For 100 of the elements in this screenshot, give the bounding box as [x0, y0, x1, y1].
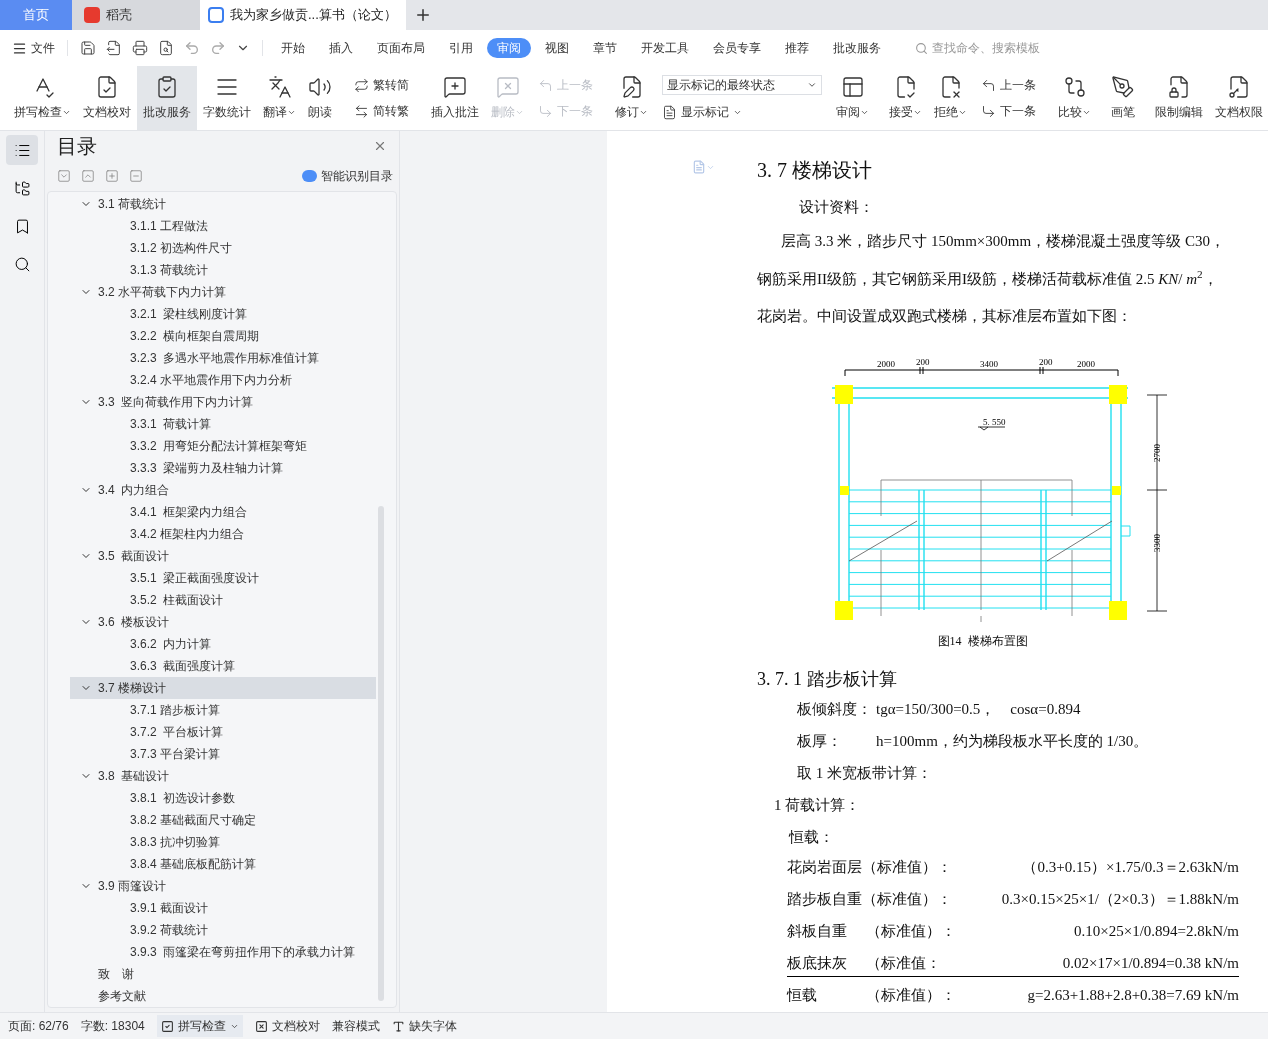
load-value: 0.3×0.15×25×1/（2×0.3）＝1.88kN/m [1001, 889, 1239, 909]
ribbon-button[interactable]: 修订 [609, 66, 654, 130]
toc-item[interactable]: 3.7 楼梯设计 [70, 677, 376, 699]
toc-item[interactable]: 3.4.1 框架梁内力组合 [70, 501, 376, 523]
toc-item[interactable]: 致 谢 [70, 963, 376, 985]
close-icon[interactable] [373, 139, 387, 153]
toc-item[interactable]: 3.2.3 多遇水平地震作用标准值计算 [70, 347, 376, 369]
export-icon[interactable] [106, 40, 122, 56]
toc-item[interactable]: 3.7.1 踏步板计算 [70, 699, 376, 721]
document-logo-icon [208, 7, 224, 23]
search-icon [13, 255, 31, 273]
ribbon-button[interactable]: 审阅 [830, 66, 875, 130]
file-menu-button[interactable]: 文件 [12, 39, 55, 57]
toc-item[interactable]: 3.5.2 柱截面设计 [70, 589, 376, 611]
ribbon-button[interactable]: 接受 [883, 66, 928, 130]
toc-item[interactable]: 3.2 水平荷载下内力计算 [70, 281, 376, 303]
scrollbar-thumb[interactable] [378, 506, 384, 1001]
page-count: 页面: 62/76 [8, 1018, 69, 1035]
toc-item[interactable]: 3.1 荷载统计 [70, 193, 376, 215]
menu-tab[interactable]: 视图 [535, 38, 579, 58]
toc-item[interactable]: 3.6.3 截面强度计算 [70, 655, 376, 677]
word-count: 字数: 18304 [80, 1018, 145, 1035]
toc-item[interactable]: 3.3.3 梁端剪力及柱轴力计算 [70, 457, 376, 479]
load-label: 踏步板自重（标准值）： [787, 889, 952, 909]
toc-item[interactable]: 3.8.1 初选设计参数 [70, 787, 376, 809]
menu-tab[interactable]: 插入 [319, 38, 363, 58]
toc-item[interactable]: 3.7.3 平台梁计算 [70, 743, 376, 765]
ribbon-button[interactable]: 朗读 [302, 66, 338, 130]
title-tab[interactable]: 我为家乡做贡...算书（论文） [200, 0, 406, 30]
ribbon-button[interactable]: 拒绝 [928, 66, 973, 130]
toc-item[interactable]: 3.2.4 水平地震作用下内力分析 [70, 369, 376, 391]
arrow-left-icon [981, 77, 996, 93]
toc-item[interactable]: 3.3.1 荷载计算 [70, 413, 376, 435]
save-icon[interactable] [80, 40, 96, 56]
missing-fonts-button[interactable]: 缺失字体 [391, 1017, 457, 1035]
translate-icon [267, 75, 292, 99]
menu-tab[interactable]: 推荐 [775, 38, 819, 58]
ribbon-button[interactable]: 拼写检查 [8, 66, 77, 130]
clipboard-check-icon [155, 75, 179, 99]
compat-mode-button[interactable]: 兼容模式 [331, 1017, 380, 1035]
toc-item[interactable]: 3.2.2 横向框架自震周期 [70, 325, 376, 347]
ribbon-button[interactable]: 批改服务 [137, 66, 197, 130]
print-icon[interactable] [132, 40, 148, 56]
ribbon-button[interactable]: 字数统计 [197, 66, 257, 130]
toc-item[interactable]: 3.5.1 梁正截面强度设计 [70, 567, 376, 589]
menu-tab[interactable]: 会员专享 [703, 38, 771, 58]
ribbon-button[interactable]: 上一条 [981, 76, 1036, 94]
toc-item[interactable]: 3.6.2 内力计算 [70, 633, 376, 655]
new-tab-icon[interactable] [414, 6, 432, 24]
command-search-field[interactable]: 查找命令、搜索模板 [915, 39, 1072, 57]
subsection-heading: 3. 7. 1 踏步板计算 [757, 667, 898, 691]
toc-item[interactable]: 3.8.2 基础截面尺寸确定 [70, 809, 376, 831]
toc-item[interactable]: 3.7.2 平台板计算 [70, 721, 376, 743]
ribbon-button[interactable]: 限制编辑 [1149, 66, 1209, 130]
menu-tab[interactable]: 开始 [271, 38, 315, 58]
toc-item[interactable]: 3.4 内力组合 [70, 479, 376, 501]
markup-select[interactable]: 显示标记的最终状态 [662, 75, 822, 95]
ribbon-button[interactable]: 文档校对 [77, 66, 137, 130]
panel-icon [840, 75, 865, 99]
toc-item[interactable]: 3.8 基础设计 [70, 765, 376, 787]
toc-item[interactable]: 3.5 截面设计 [70, 545, 376, 567]
toc-item[interactable]: 3.8.4 基础底板配筋计算 [70, 853, 376, 875]
toc-item[interactable]: 3.4.2 框架柱内力组合 [70, 523, 376, 545]
toc-item[interactable]: 3.9.3 雨篷梁在弯剪扭作用下的承载力计算 [70, 941, 376, 963]
menu-tab[interactable]: 批改服务 [823, 38, 891, 58]
menu-tab[interactable]: 章节 [583, 38, 627, 58]
toc-item[interactable]: 3.1.3 荷载统计 [70, 259, 376, 281]
toc-item[interactable]: 3.3 竖向荷载作用下内力计算 [70, 391, 376, 413]
ribbon-button[interactable]: 简转繁 [354, 102, 409, 120]
toc-item[interactable]: 3.2.1 梁柱线刚度计算 [70, 303, 376, 325]
body-text: 取 1 米宽板带计算： [797, 763, 933, 783]
side-rail-button[interactable] [6, 135, 38, 165]
spellcheck-button[interactable]: 拼写检查 [156, 1015, 243, 1037]
ribbon-button[interactable]: 繁转简 [354, 76, 409, 94]
menu-tab[interactable]: 开发工具 [631, 38, 699, 58]
toc-item[interactable]: 3.9.1 截面设计 [70, 897, 376, 919]
title-tab[interactable]: 稻壳 [72, 0, 200, 30]
toc-item[interactable]: 3.3.2 用弯矩分配法计算框架弯矩 [70, 435, 376, 457]
proofread-button[interactable]: 文档校对 [254, 1017, 320, 1035]
toc-item[interactable]: 3.8.3 抗冲切验算 [70, 831, 376, 853]
show-markup-button[interactable]: 显示标记 [662, 103, 822, 121]
ribbon-button[interactable]: 比较 [1052, 66, 1097, 130]
pen-icon [1111, 75, 1135, 99]
toc-item[interactable]: 3.1.1 工程做法 [70, 215, 376, 237]
check-box-icon [160, 1019, 174, 1033]
ribbon-button[interactable]: 插入批注 [425, 66, 485, 130]
menu-tab[interactable]: 页面布局 [367, 38, 435, 58]
toc-item[interactable]: 3.9 雨篷设计 [70, 875, 376, 897]
menu-tab[interactable]: 引用 [439, 38, 483, 58]
ribbon-button[interactable]: 文档权限 [1209, 66, 1268, 130]
font-icon [391, 1019, 405, 1033]
toc-item[interactable]: 3.6 楼板设计 [70, 611, 376, 633]
toc-item[interactable]: 3.1.2 初选构件尺寸 [70, 237, 376, 259]
toc-item[interactable]: 3.9.2 荷载统计 [70, 919, 376, 941]
smart-toc-button[interactable]: 智能识别目录 [302, 167, 393, 185]
preview-icon[interactable] [158, 40, 174, 56]
toc-item[interactable]: 参考文献 [70, 985, 376, 1007]
ribbon-button[interactable]: 下一条 [981, 102, 1036, 120]
ribbon-button[interactable]: 画笔 [1105, 66, 1141, 130]
ribbon-button[interactable]: 翻译 [257, 66, 302, 130]
